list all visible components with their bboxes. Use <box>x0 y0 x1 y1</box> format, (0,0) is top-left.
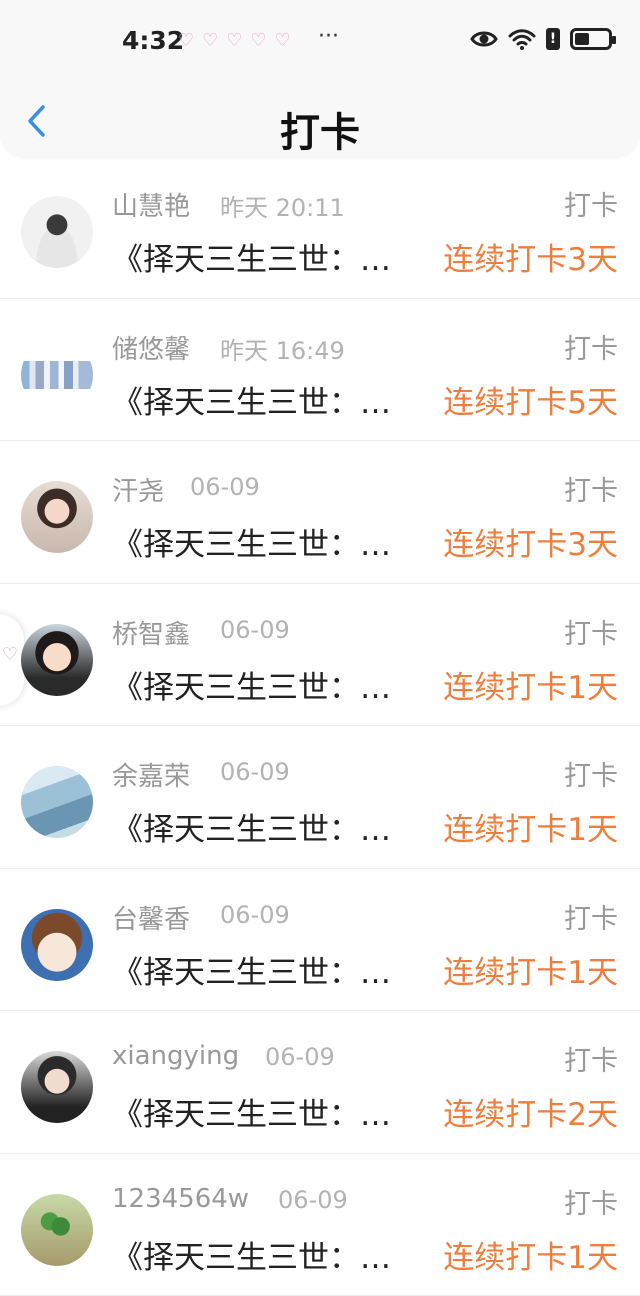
status-time: 4:32 <box>122 26 185 55</box>
user-name[interactable]: 山慧艳 <box>112 186 190 223</box>
alert-icon: ! <box>546 28 560 50</box>
avatar[interactable] <box>21 196 93 268</box>
streak-count: 连续打卡2天 <box>443 1097 618 1133</box>
book-title[interactable]: 《择天三生三世：… <box>112 519 391 564</box>
streak-count: 连续打卡3天 <box>443 242 618 278</box>
list-item[interactable]: 储悠馨 昨天 16:49 打卡 《择天三生三世：… 连续打卡5天 <box>0 299 640 442</box>
checkin-list: 山慧艳 昨天 20:11 打卡 《择天三生三世：… 连续打卡3天 储悠馨 昨天 … <box>0 156 640 1296</box>
header-bar: 4:32 ♡♡♡♡♡ ··· ! 打卡 <box>0 0 640 156</box>
user-name[interactable]: xiangying <box>112 1041 239 1071</box>
streak-count: 连续打卡1天 <box>443 812 618 848</box>
user-name[interactable]: 台馨香 <box>112 899 190 936</box>
post-time: 06-09 <box>220 758 290 786</box>
wifi-icon <box>508 29 536 50</box>
checkin-tag: 打卡 <box>564 1046 618 1077</box>
streak-count: 连续打卡5天 <box>443 384 618 421</box>
post-time: 06-09 <box>220 900 290 929</box>
eye-icon <box>470 31 498 47</box>
heart-notification-icons: ♡♡♡♡♡ <box>178 30 299 51</box>
post-time: 06-09 <box>278 1185 348 1214</box>
streak-count: 连续打卡3天 <box>443 527 618 563</box>
list-item[interactable]: 台馨香 06-09 打卡 《择天三生三世：… 连续打卡1天 <box>0 869 640 1012</box>
avatar[interactable] <box>21 766 93 838</box>
post-time: 06-09 <box>265 1043 335 1071</box>
user-name[interactable]: 储悠馨 <box>112 329 190 366</box>
streak-count: 连续打卡1天 <box>443 1239 618 1276</box>
list-item[interactable]: 汗尧 06-09 打卡 《择天三生三世：… 连续打卡3天 <box>0 441 640 584</box>
streak-count: 连续打卡1天 <box>443 954 618 991</box>
streak-count: 连续打卡1天 <box>443 669 618 706</box>
list-item[interactable]: 桥智鑫 06-09 打卡 《择天三生三世：… 连续打卡1天 <box>0 584 640 727</box>
checkin-tag: 打卡 <box>564 618 618 650</box>
status-icons: ! <box>470 28 616 50</box>
post-time: 06-09 <box>190 473 260 501</box>
book-title[interactable]: 《择天三生三世：… <box>112 234 391 279</box>
avatar[interactable] <box>21 908 93 981</box>
book-title[interactable]: 《择天三生三世：… <box>112 662 391 707</box>
more-notifications-icon: ··· <box>318 24 339 49</box>
avatar[interactable] <box>21 1051 93 1123</box>
checkin-tag: 打卡 <box>564 333 618 365</box>
user-name[interactable]: 桥智鑫 <box>112 614 190 651</box>
avatar[interactable] <box>21 1193 93 1266</box>
checkin-tag: 打卡 <box>564 476 618 507</box>
avatar[interactable] <box>21 338 93 411</box>
user-name[interactable]: 汗尧 <box>112 471 164 508</box>
battery-icon <box>570 28 616 50</box>
checkin-tag: 打卡 <box>564 761 618 792</box>
page-title: 打卡 <box>280 110 360 156</box>
user-name[interactable]: 1234564w <box>112 1184 249 1214</box>
checkin-tag: 打卡 <box>564 1188 618 1220</box>
book-title[interactable]: 《择天三生三世：… <box>112 1089 391 1134</box>
avatar[interactable] <box>21 481 93 553</box>
avatar[interactable] <box>21 623 93 696</box>
status-bar: 4:32 ♡♡♡♡♡ ··· ! <box>0 0 640 80</box>
book-title[interactable]: 《择天三生三世：… <box>112 804 391 849</box>
post-time: 昨天 20:11 <box>220 194 345 222</box>
book-title[interactable]: 《择天三生三世：… <box>112 377 391 422</box>
user-name[interactable]: 余嘉荣 <box>112 756 190 793</box>
list-item[interactable]: 山慧艳 昨天 20:11 打卡 《择天三生三世：… 连续打卡3天 <box>0 156 640 299</box>
checkin-tag: 打卡 <box>564 903 618 935</box>
book-title[interactable]: 《择天三生三世：… <box>112 1232 391 1277</box>
list-item[interactable]: xiangying 06-09 打卡 《择天三生三世：… 连续打卡2天 <box>0 1011 640 1154</box>
list-item[interactable]: 余嘉荣 06-09 打卡 《择天三生三世：… 连续打卡1天 <box>0 726 640 869</box>
post-time: 06-09 <box>220 615 290 644</box>
checkin-tag: 打卡 <box>564 191 618 222</box>
post-time: 昨天 16:49 <box>220 336 345 365</box>
list-item[interactable]: 1234564w 06-09 打卡 《择天三生三世：… 连续打卡1天 <box>0 1154 640 1296</box>
book-title[interactable]: 《择天三生三世：… <box>112 947 391 992</box>
